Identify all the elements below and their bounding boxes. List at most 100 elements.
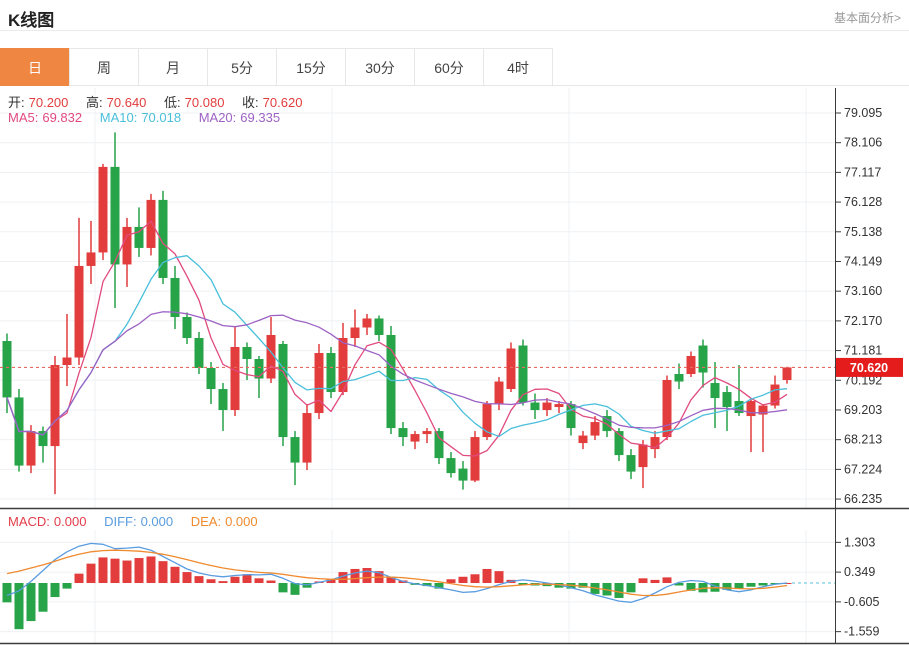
macd-bar [759, 583, 768, 585]
macd-bar [39, 583, 48, 612]
candle-body [303, 413, 312, 463]
dea-label: DEA: [191, 514, 221, 529]
macd-bar [123, 561, 132, 583]
candle-body [351, 327, 360, 338]
candle-body [495, 382, 504, 405]
close-value: 70.620 [263, 95, 303, 110]
macd-bar [135, 558, 144, 583]
macd-bar [27, 583, 36, 621]
candle-body [99, 167, 108, 253]
y-axis-label: -1.559 [844, 625, 879, 639]
macd-bar [267, 581, 276, 583]
y-axis-label: 77.117 [844, 165, 881, 179]
macd-value: 0.000 [54, 514, 87, 529]
macd-label: MACD: [8, 514, 50, 529]
candle-body [783, 367, 792, 380]
macd-bar [639, 578, 648, 583]
candle-body [231, 347, 240, 410]
macd-bar [159, 561, 168, 583]
macd-bar [219, 581, 228, 583]
macd-bar [351, 569, 360, 583]
current-price-badge-value: 70.620 [850, 361, 888, 375]
candle-body [279, 344, 288, 437]
macd-bar [243, 574, 252, 583]
macd-bar [3, 583, 12, 602]
price-badge: 70.620 [836, 358, 903, 377]
macd-bar [627, 583, 636, 592]
macd-bar [195, 576, 204, 583]
candle-body [747, 401, 756, 416]
candle-body [291, 437, 300, 463]
candle-body [111, 167, 120, 265]
high-value: 70.640 [107, 95, 147, 110]
y-axis-label: 75.138 [844, 225, 882, 239]
low-label: 低: [164, 95, 181, 110]
y-axis-label: 78.106 [844, 136, 882, 150]
macd-bar [459, 577, 468, 583]
candle-body [75, 266, 84, 358]
candle-body [579, 436, 588, 444]
macd-bar [51, 583, 60, 597]
candle-body [627, 455, 636, 472]
candle-body [699, 346, 708, 373]
ma5-label: MA5: [8, 110, 38, 125]
candle-body [243, 347, 252, 359]
y-axis-label: -0.605 [844, 595, 879, 609]
candle-body [459, 469, 468, 481]
candle-body [435, 431, 444, 458]
macd-bar [255, 578, 264, 583]
candle-body [639, 445, 648, 468]
y-axis-label: 1.303 [844, 535, 875, 549]
y-axis-label: 71.181 [844, 344, 882, 358]
candle-body [675, 374, 684, 382]
candle-body [423, 431, 432, 434]
y-axis-label: 79.095 [844, 106, 882, 120]
candle-body [207, 368, 216, 389]
candle-body [591, 422, 600, 436]
macd-bar [111, 559, 120, 583]
candle-body [87, 252, 96, 266]
y-axis-label: 69.203 [844, 403, 882, 417]
candle-body [63, 358, 72, 366]
candle-body [555, 404, 564, 407]
ma20-label: MA20: [199, 110, 237, 125]
macd-bar [615, 583, 624, 598]
macd-bar [87, 564, 96, 583]
macd-bar [75, 574, 84, 583]
candle-body [171, 278, 180, 317]
macd-bar [183, 572, 192, 583]
y-axis-label: 76.128 [844, 195, 882, 209]
y-axis-label: 74.149 [844, 254, 882, 268]
candle-body [567, 404, 576, 428]
candle-body [399, 428, 408, 437]
macd-indicator-row: MACD:0.000 DIFF:0.000 DEA:0.000 [8, 514, 262, 529]
y-axis-label: 73.160 [844, 284, 882, 298]
candle-body [471, 437, 480, 481]
ma10-value: 70.018 [141, 110, 181, 125]
macd-bar [279, 583, 288, 592]
macd-bar [291, 583, 300, 595]
diff-value: 0.000 [141, 514, 174, 529]
candle-body [195, 338, 204, 368]
macd-bar [63, 583, 72, 589]
dea-value: 0.000 [225, 514, 258, 529]
y-axis-label: 66.235 [844, 492, 882, 506]
macd-bar [207, 579, 216, 583]
candle-body [3, 341, 12, 397]
macd-bar [231, 577, 240, 583]
candle-body [51, 365, 60, 446]
ma-indicator-row: MA5:69.832 MA10:70.018 MA20:69.335 [8, 110, 284, 125]
macd-bar [15, 583, 24, 629]
gridlines [0, 88, 835, 643]
ma20-value: 69.335 [240, 110, 280, 125]
y-axis-label: 68.213 [844, 433, 882, 447]
high-label: 高: [86, 95, 103, 110]
candle-body [723, 392, 732, 407]
candle-body [411, 434, 420, 442]
candle-body [531, 403, 540, 411]
candle-body [219, 389, 228, 410]
ma5-value: 69.832 [42, 110, 82, 125]
macd-bar [471, 574, 480, 583]
candle-body [135, 227, 144, 248]
macd-bar [747, 583, 756, 587]
